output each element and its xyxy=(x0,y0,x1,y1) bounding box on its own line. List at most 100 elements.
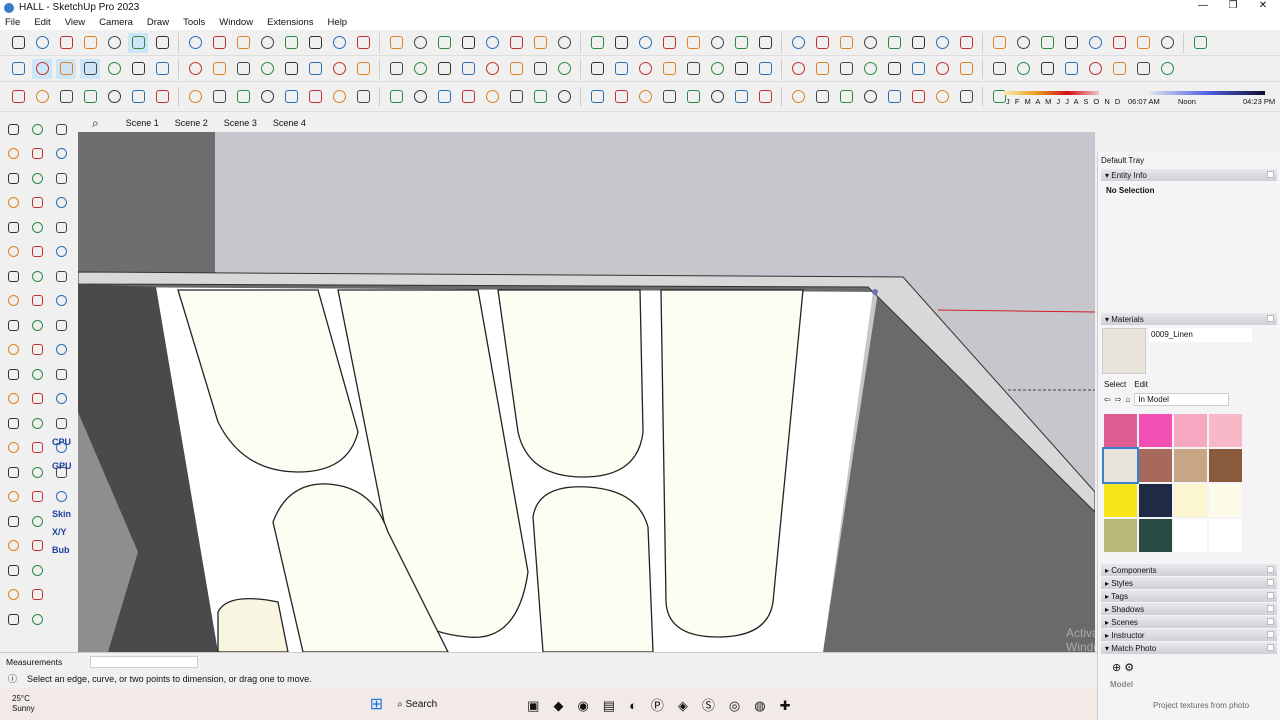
left-tool-icon[interactable] xyxy=(27,168,47,188)
left-tool-icon[interactable] xyxy=(3,364,23,384)
toolbar-tool-icon[interactable] xyxy=(80,33,100,53)
toolbar-tool-icon[interactable] xyxy=(707,59,727,79)
toolbar-tool-icon[interactable] xyxy=(1085,33,1105,53)
bub-button[interactable]: Bub xyxy=(52,538,72,562)
toolbar-tool-icon[interactable] xyxy=(707,87,727,107)
toolbar-tool-icon[interactable] xyxy=(860,33,880,53)
material-swatch[interactable] xyxy=(1139,414,1172,447)
toolbar-tool-icon[interactable] xyxy=(482,59,502,79)
material-name-field[interactable]: 0009_Linen xyxy=(1149,328,1252,342)
toolbar-tool-icon[interactable] xyxy=(305,33,325,53)
toolbar-tool-icon[interactable] xyxy=(257,59,277,79)
left-tool-icon[interactable] xyxy=(3,291,23,311)
material-swatch[interactable] xyxy=(1139,449,1172,482)
toolbar-tool-icon[interactable] xyxy=(956,87,976,107)
toolbar-tool-icon[interactable] xyxy=(353,33,373,53)
toolbar-tool-icon[interactable] xyxy=(281,59,301,79)
toolbar-tool-icon[interactable] xyxy=(707,33,727,53)
left-tool-icon[interactable] xyxy=(51,585,71,605)
menu-extensions[interactable]: Extensions xyxy=(267,17,313,28)
left-tool-icon[interactable] xyxy=(51,193,71,213)
left-tool-icon[interactable] xyxy=(3,438,23,458)
model-viewport[interactable]: Activate Windows xyxy=(78,132,1095,652)
menu-edit[interactable]: Edit xyxy=(34,17,50,28)
toolbar-tool-icon[interactable] xyxy=(530,33,550,53)
left-tool-icon[interactable] xyxy=(51,144,71,164)
toolbar-tool-icon[interactable] xyxy=(554,59,574,79)
left-tool-icon[interactable] xyxy=(27,462,47,482)
toolbar-tool-icon[interactable] xyxy=(635,33,655,53)
toolbar-tool-icon[interactable] xyxy=(860,87,880,107)
toolbar-tool-icon[interactable] xyxy=(32,33,52,53)
toolbar-tool-icon[interactable] xyxy=(989,59,1009,79)
left-tool-icon[interactable] xyxy=(3,315,23,335)
toolbar-tool-icon[interactable] xyxy=(305,87,325,107)
toolbar-tool-icon[interactable] xyxy=(587,59,607,79)
left-tool-icon[interactable] xyxy=(3,413,23,433)
toolbar-tool-icon[interactable] xyxy=(611,59,631,79)
gpu-button[interactable]: GPU xyxy=(52,454,72,478)
toolbar-tool-icon[interactable] xyxy=(353,87,373,107)
material-swatch[interactable] xyxy=(1209,414,1242,447)
toolbar-tool-icon[interactable] xyxy=(1157,33,1177,53)
menu-view[interactable]: View xyxy=(65,17,85,28)
toolbar-tool-icon[interactable] xyxy=(80,58,100,79)
toolbar-tool-icon[interactable] xyxy=(1085,59,1105,79)
left-tool-icon[interactable] xyxy=(27,340,47,360)
toolbar-tool-icon[interactable] xyxy=(458,87,478,107)
toolbar-tool-icon[interactable] xyxy=(683,87,703,107)
toolbar-tool-icon[interactable] xyxy=(386,33,406,53)
toolbar-tool-icon[interactable] xyxy=(683,59,703,79)
toolbar-tool-icon[interactable] xyxy=(185,33,205,53)
left-tool-icon[interactable] xyxy=(3,168,23,188)
toolbar-tool-icon[interactable] xyxy=(482,33,502,53)
left-tool-icon[interactable] xyxy=(27,413,47,433)
material-swatch[interactable] xyxy=(1209,519,1242,552)
left-tool-icon[interactable] xyxy=(27,119,47,139)
toolbar-tool-icon[interactable] xyxy=(8,59,28,79)
toolbar-tool-icon[interactable] xyxy=(257,33,277,53)
toolbar-tool-icon[interactable] xyxy=(1013,59,1033,79)
toolbar-tool-icon[interactable] xyxy=(956,59,976,79)
toolbar-tool-icon[interactable] xyxy=(104,87,124,107)
toolbar-tool-icon[interactable] xyxy=(56,87,76,107)
toolbar-tool-icon[interactable] xyxy=(329,87,349,107)
toolbar-tool-icon[interactable] xyxy=(635,59,655,79)
left-tool-icon[interactable] xyxy=(27,389,47,409)
toolbar-tool-icon[interactable] xyxy=(932,33,952,53)
close-panel-icon[interactable] xyxy=(1267,579,1274,586)
tab-scene-2[interactable]: Scene 2 xyxy=(168,116,215,130)
minimize-button[interactable]: — xyxy=(1188,0,1218,11)
toolbar-tool-icon[interactable] xyxy=(554,87,574,107)
menu-help[interactable]: Help xyxy=(328,17,348,28)
toolbar-tool-icon[interactable] xyxy=(1061,33,1081,53)
menu-file[interactable]: File xyxy=(5,17,20,28)
left-tool-icon[interactable] xyxy=(3,560,23,580)
toolbar-tool-icon[interactable] xyxy=(956,33,976,53)
material-swatch[interactable] xyxy=(1104,519,1137,552)
toolbar-tool-icon[interactable] xyxy=(434,87,454,107)
toolbar-tool-icon[interactable] xyxy=(659,33,679,53)
left-tool-icon[interactable] xyxy=(27,560,47,580)
toolbar-tool-icon[interactable] xyxy=(329,59,349,79)
left-tool-icon[interactable] xyxy=(51,291,71,311)
left-tool-icon[interactable] xyxy=(3,266,23,286)
toolbar-tool-icon[interactable] xyxy=(836,33,856,53)
close-panel-icon[interactable] xyxy=(1267,315,1274,322)
menu-tools[interactable]: Tools xyxy=(183,17,205,28)
panel-header-shadows[interactable]: ▸ Shadows xyxy=(1101,603,1277,615)
toolbar-tool-icon[interactable] xyxy=(989,33,1009,53)
panel-header-instructor[interactable]: ▸ Instructor xyxy=(1101,629,1277,641)
close-panel-icon[interactable] xyxy=(1267,618,1274,625)
toolbar-tool-icon[interactable] xyxy=(836,87,856,107)
close-panel-icon[interactable] xyxy=(1267,631,1274,638)
left-tool-icon[interactable] xyxy=(27,242,47,262)
date-slider[interactable] xyxy=(1004,91,1099,95)
toolbar-tool-icon[interactable] xyxy=(128,59,148,79)
left-tool-icon[interactable] xyxy=(27,536,47,556)
toolbar-tool-icon[interactable] xyxy=(884,87,904,107)
tab-edit[interactable]: Edit xyxy=(1134,380,1148,389)
toolbar-tool-icon[interactable] xyxy=(257,87,277,107)
tab-scene-4[interactable]: Scene 4 xyxy=(266,116,313,130)
toolbar-tool-icon[interactable] xyxy=(506,59,526,79)
